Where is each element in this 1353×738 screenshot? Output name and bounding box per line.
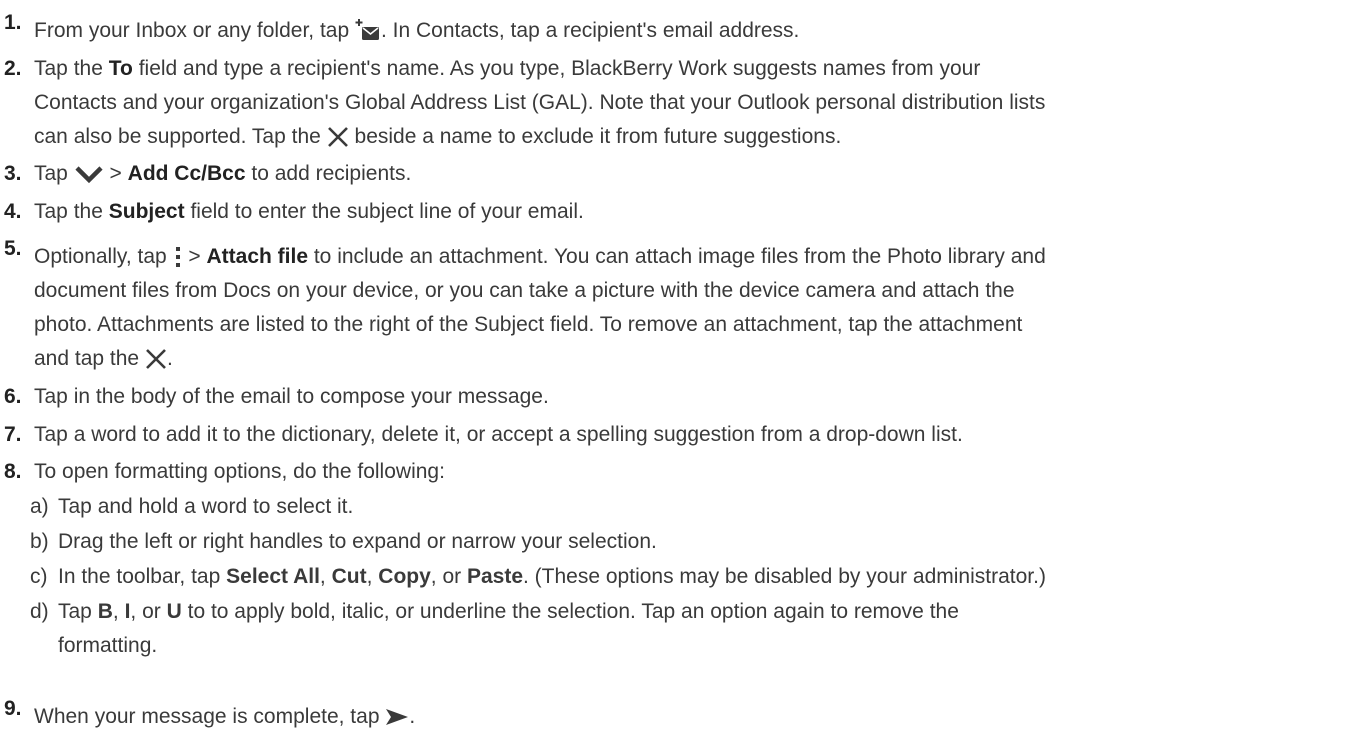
step-text: field to enter the subject line of your …	[190, 200, 584, 223]
substep-letter: c)	[30, 565, 48, 588]
step-text: field and type a recipient's name. As yo…	[138, 57, 981, 80]
step-8: 8. To open formatting options, do the fo…	[4, 455, 1344, 489]
step-text: To open formatting options, do the follo…	[34, 460, 445, 483]
menu-option: Add Cc/Bcc	[127, 162, 246, 185]
step-text: Tap the	[34, 200, 103, 223]
substep-text: ,	[366, 565, 373, 588]
step-number: 5.	[4, 237, 22, 260]
step-text: Contacts and your organization's Global …	[34, 91, 1046, 114]
step-number: 8.	[4, 460, 22, 483]
step-number: 1.	[4, 11, 22, 34]
step-number: 6.	[4, 385, 22, 408]
toolbar-option: Paste	[466, 565, 524, 588]
step-text: . In Contacts, tap a recipient's email a…	[381, 19, 800, 42]
substep-letter: b)	[30, 530, 49, 553]
substep-text: , or	[430, 565, 462, 588]
step-text: can also be supported. Tap the	[34, 125, 321, 148]
step-1: 1. From your Inbox or any folder, tap . …	[4, 11, 1344, 48]
toolbar-option: Select All	[226, 565, 320, 588]
substep-b: b) Drag the left or right handles to exp…	[30, 525, 1340, 559]
step-6: 6. Tap in the body of the email to compo…	[4, 380, 1344, 414]
substep-c: c) In the toolbar, tap Select All, Cut , …	[30, 560, 1340, 594]
step-text: .	[409, 705, 416, 728]
close-x-icon	[145, 348, 167, 370]
step-text: >	[188, 245, 201, 268]
field-name: To	[108, 57, 133, 80]
step-4: 4. Tap the Subject field to enter the su…	[4, 195, 1344, 229]
step-text: Tap	[34, 162, 68, 185]
more-vertical-icon	[173, 246, 183, 268]
step-text: beside a name to exclude it from future …	[354, 125, 842, 148]
step-text: photo. Attachments are listed to the rig…	[34, 313, 1023, 336]
step-5: 5. Optionally, tap > Attach file to incl…	[4, 237, 1344, 376]
compose-email-icon	[355, 18, 381, 44]
substep-text: Drag the left or right handles to expand…	[58, 530, 657, 553]
substep-text: , or	[130, 600, 161, 623]
menu-option: Attach file	[206, 245, 308, 268]
substep-d: d) Tap B, I, or U to to apply bold, ital…	[30, 595, 1340, 663]
chevron-down-icon	[74, 164, 104, 184]
step-number: 7.	[4, 423, 22, 446]
step-text: document files from Docs on your device,…	[34, 279, 1015, 302]
substep-text: ,	[112, 600, 119, 623]
format-option: U	[166, 600, 182, 623]
step-text: When your message is complete, tap	[34, 705, 380, 728]
substep-text: to to apply bold, italic, or underline t…	[187, 600, 959, 623]
substep-letter: a)	[30, 495, 49, 518]
send-icon	[385, 707, 409, 727]
substep-text: . (These options may be disabled by your…	[523, 565, 1046, 588]
toolbar-option: Cut	[331, 565, 367, 588]
step-2: 2. Tap the To field and type a recipient…	[4, 52, 1344, 154]
field-name: Subject	[108, 200, 185, 223]
format-option: B	[97, 600, 113, 623]
substep-text: Tap and hold a word to select it.	[58, 495, 354, 518]
step-text: From your Inbox or any folder, tap	[34, 19, 350, 42]
step-number: 3.	[4, 162, 22, 185]
step-text: >	[109, 162, 122, 185]
step-3: 3. Tap > Add Cc/Bcc to add recipients.	[4, 157, 1344, 191]
step-text: to include an attachment. You can attach…	[313, 245, 1046, 268]
step-text: to add recipients.	[251, 162, 412, 185]
step-7: 7. Tap a word to add it to the dictionar…	[4, 418, 1344, 452]
substep-text: formatting.	[58, 634, 158, 657]
step-number: 9.	[4, 697, 22, 720]
step-number: 4.	[4, 200, 22, 223]
substep-letter: d)	[30, 600, 49, 623]
close-x-icon	[327, 126, 349, 148]
substep-text: In the toolbar, tap	[58, 565, 221, 588]
step-text: Tap the	[34, 57, 103, 80]
step-text: .	[166, 347, 173, 370]
step-text: Tap in the body of the email to compose …	[34, 385, 549, 408]
step-text: and tap the	[34, 347, 140, 370]
substep-text: ,	[319, 565, 326, 588]
step-text: Tap a word to add it to the dictionary, …	[34, 423, 963, 446]
step-9: 9. When your message is complete, tap .	[4, 697, 1344, 734]
substep-text: Tap	[58, 600, 92, 623]
toolbar-option: Copy	[378, 565, 431, 588]
step-number: 2.	[4, 57, 22, 80]
substep-a: a) Tap and hold a word to select it.	[30, 490, 1340, 524]
step-text: Optionally, tap	[34, 245, 167, 268]
